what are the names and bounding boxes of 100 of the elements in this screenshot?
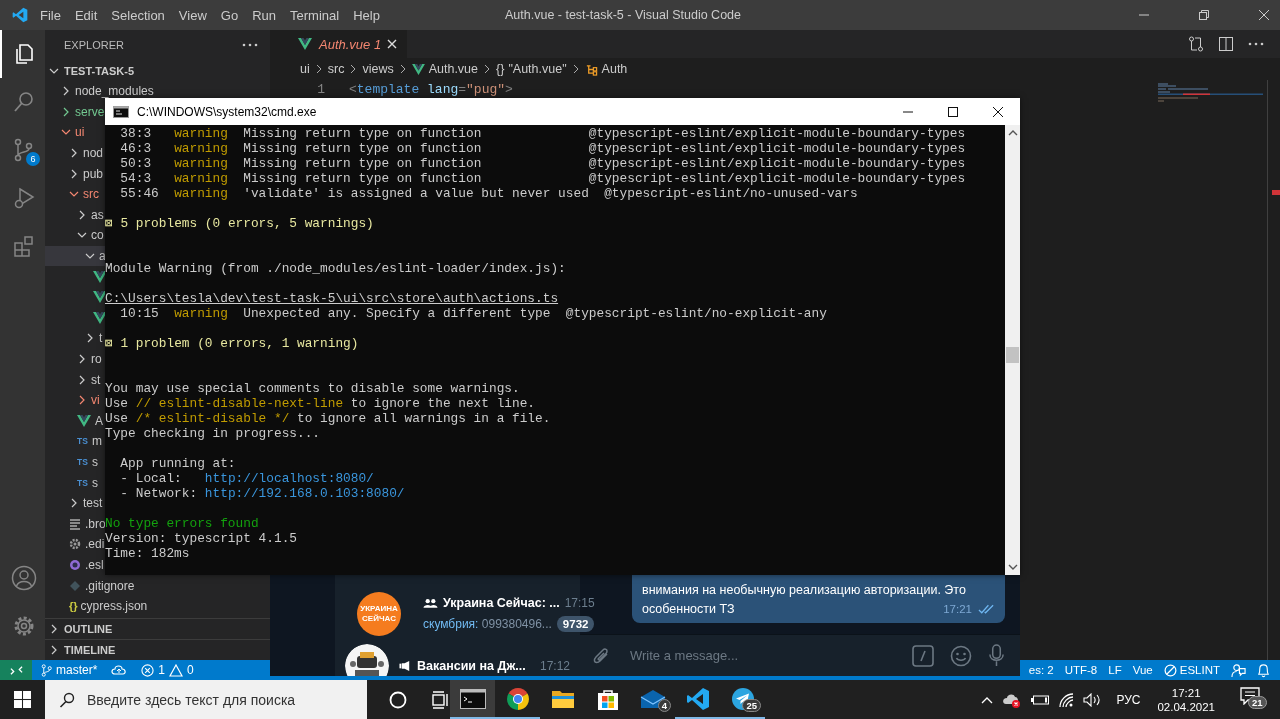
bell-icon[interactable] [1257,662,1270,678]
search-field[interactable]: Введите здесь текст для поиска [45,680,367,719]
search-input[interactable]: Введите здесь текст для поиска [85,690,367,709]
tree-item[interactable]: vi [77,393,100,408]
language-indicator[interactable]: РУС [1116,692,1141,707]
commands-icon[interactable] [912,644,934,667]
tree-item[interactable]: .gitignore [69,578,135,593]
menu-item[interactable]: View [178,7,207,23]
breadcrumb-item[interactable]: Auth.vue [411,62,478,76]
chevron-icon [77,395,87,406]
status-item[interactable]: es: 2 [1028,660,1054,680]
terminal-line: ⊠ 5 problems (0 errors, 5 warnings) [105,216,375,231]
scroll-down-icon[interactable] [1007,564,1018,570]
tree-item[interactable]: node_modules [61,84,154,99]
tree-item[interactable]: {} cypress.json [69,599,148,614]
remote-button[interactable] [0,660,32,680]
linter-button[interactable]: ESLINT [1163,660,1220,680]
taskbar-app[interactable]: 25 [720,680,765,719]
chevron-icon [69,498,79,509]
gear-icon [69,538,81,551]
feedback-icon[interactable] [1231,662,1246,678]
tree-item[interactable] [93,270,108,283]
chevron-up-icon[interactable] [981,695,994,704]
compare-changes-icon[interactable] [1188,36,1204,52]
tree-item[interactable]: ui [61,125,85,140]
window-title: Auth.vue - test-task-5 - Visual Studio Code [505,8,741,22]
scroll-up-icon[interactable] [1007,130,1018,136]
tree-item[interactable]: TS s [77,475,98,490]
terminal-line: No type errors found [105,516,260,531]
tree-item[interactable]: as [77,207,104,222]
terminal-icon [459,688,486,709]
breadcrumb-item[interactable]: ui [300,62,310,76]
chevron-icon [61,86,71,97]
task-view-icon[interactable] [430,690,450,709]
panel-section-header[interactable]: OUTLINE [45,618,270,639]
disabled-icon [1163,663,1177,677]
microphone-icon[interactable] [988,644,1005,667]
tree-item[interactable]: t [85,331,103,346]
restore-icon[interactable] [1198,9,1210,21]
tree-item[interactable]: pub [69,166,104,181]
tree-item[interactable]: nod [69,146,104,161]
status-item[interactable]: UTF-8 [1064,660,1098,680]
account-icon [10,565,37,591]
problems-button[interactable]: 1 0 [136,660,199,680]
status-item[interactable]: Vue [1132,660,1153,680]
menu-item[interactable]: Run [252,7,276,23]
battery-icon[interactable] [1031,694,1050,705]
maximize-icon[interactable] [947,105,959,118]
avatar-logo: УКРАИНА СЕЙЧАС [357,592,401,636]
taskbar-app[interactable] [450,680,495,719]
tree-item[interactable] [93,311,108,324]
breadcrumb-item[interactable]: Auth [584,62,628,76]
tree-item[interactable]: a [85,249,106,264]
volume-icon[interactable] [1083,692,1102,707]
vue-icon [77,414,91,427]
tree-item[interactable]: .bro [69,516,106,531]
wifi-icon[interactable] [1058,691,1075,708]
windows-start-icon[interactable] [14,691,31,708]
cortana-icon[interactable] [389,690,407,709]
menu-item[interactable]: Help [353,7,380,23]
workspace-header[interactable]: TEST-TASK-5 [45,60,270,81]
menu-item[interactable]: Go [220,7,239,23]
branch-button[interactable]: master* [36,660,103,680]
tree-item[interactable]: test [69,496,103,511]
class-icon [584,62,598,76]
breadcrumb-item[interactable]: src [327,62,345,76]
vue-icon [93,270,107,283]
emoji-icon[interactable] [950,644,972,667]
terminal-line: 55:46 warning 'validate' is assigned a value but never used @typescript-eslint/no-unused-vars [119,186,859,201]
menu-item[interactable]: Selection [111,7,165,23]
tree-item[interactable]: src [69,187,99,202]
terminal-line: 54:3 warning Missing return type on function @typescript-eslint/explicit-module-boundary-types [119,171,967,186]
tree-item[interactable]: TS s [77,455,98,469]
taskbar-app[interactable]: 4 [630,680,675,719]
scrollbar[interactable] [1005,125,1020,575]
activity-button[interactable]: 6 [0,126,45,174]
scroll-thumb[interactable] [1006,347,1019,363]
menu-item[interactable]: File [40,7,61,23]
search-icon [59,691,75,708]
tree-item[interactable]: .edi [69,537,105,552]
status-item[interactable]: LF [1108,660,1122,680]
breadcrumb-item[interactable]: {} "Auth.vue" [496,62,567,76]
tree-item[interactable]: co [77,228,104,243]
close-icon[interactable] [992,105,1004,118]
editor-tab[interactable]: Auth.vue 1 [270,30,408,58]
menu-item[interactable]: Edit [74,7,98,23]
tree-item[interactable]: serve [61,104,105,119]
menu-item[interactable]: Terminal [290,7,340,23]
chevron-icon [77,374,87,385]
more-icon[interactable] [1248,42,1264,46]
tree-item[interactable]: ro [77,352,102,366]
mail-icon [639,688,666,709]
tree-item[interactable]: st [77,372,101,387]
breadcrumb-item[interactable]: views [362,62,394,76]
tree-item[interactable]: TS m [77,434,102,449]
more-icon[interactable] [242,43,258,47]
tree-item[interactable]: .esl [69,557,104,572]
tree-item[interactable]: A [77,413,103,428]
clock[interactable]: 17:21 02.04.2021 [1157,686,1215,713]
split-editor-icon[interactable] [1218,36,1234,52]
